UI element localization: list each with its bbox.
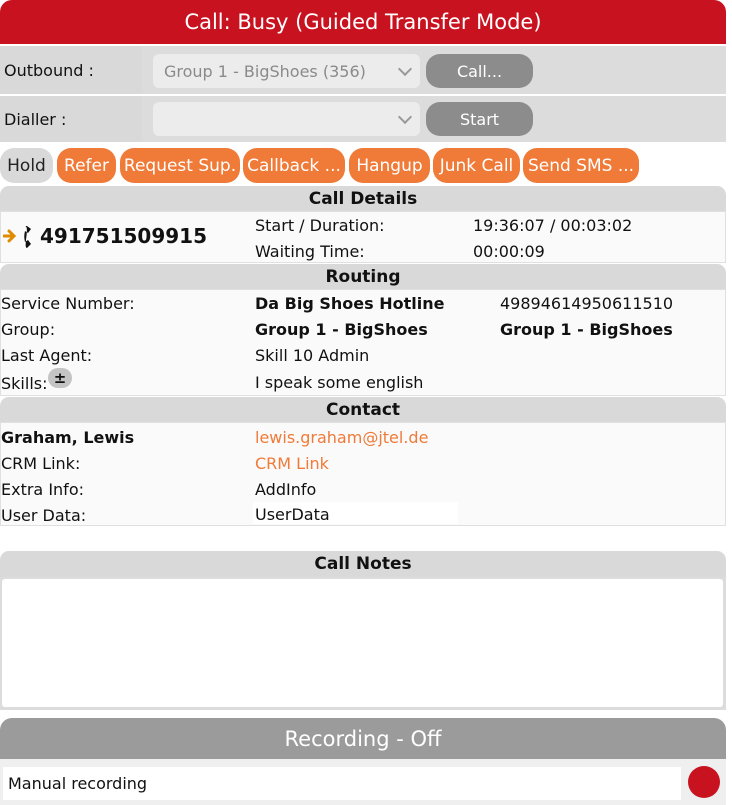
- skills-toggle-icon[interactable]: ±: [48, 368, 72, 388]
- junk-call-button[interactable]: Junk Call: [433, 148, 520, 183]
- dialler-label-text: Dialler :: [4, 109, 67, 129]
- call-status-title: Call: Busy (Guided Transfer Mode): [184, 10, 542, 34]
- hangup-button-label: Hangup: [356, 155, 423, 176]
- outbound-label: Outbound :: [0, 46, 142, 94]
- send-sms-button[interactable]: Send SMS ...: [523, 148, 639, 183]
- send-sms-button-label: Send SMS ...: [527, 155, 635, 176]
- extra-info-label: Extra Info:: [1, 480, 84, 499]
- call-button-label: Call...: [456, 61, 503, 81]
- call-notes-title: Call Notes: [314, 554, 412, 574]
- group-value: Group 1 - BigShoes: [500, 320, 673, 339]
- manual-recording-field: Manual recording: [3, 767, 681, 800]
- request-sup-button-label: Request Sup.: [123, 155, 237, 176]
- start-duration-value: 19:36:07 / 00:03:02: [473, 216, 633, 235]
- skills-toggle-glyph: ±: [53, 369, 67, 387]
- extra-info-value: AddInfo: [255, 480, 317, 499]
- service-number-label: Service Number:: [1, 294, 135, 313]
- hold-button[interactable]: Hold: [0, 148, 53, 183]
- callback-button-label: Callback ...: [247, 155, 341, 176]
- skills-label: Skills:: [1, 374, 48, 393]
- caller-number: 491751509915: [40, 224, 207, 248]
- user-data-label: User Data:: [1, 506, 87, 525]
- refer-button-label: Refer: [64, 155, 109, 176]
- user-data-value: UserData: [255, 505, 330, 524]
- start-duration-label: Start / Duration:: [255, 216, 385, 235]
- dialler-select[interactable]: [153, 102, 420, 136]
- recording-title: Recording - Off: [284, 726, 442, 751]
- start-button-label: Start: [459, 109, 500, 129]
- user-data-field[interactable]: UserData: [253, 502, 458, 524]
- crm-link-label: CRM Link:: [1, 454, 81, 473]
- call-button[interactable]: Call...: [426, 54, 533, 88]
- inbound-call-icon: [2, 224, 37, 250]
- record-button-icon[interactable]: [688, 766, 720, 798]
- contact-email-link[interactable]: lewis.graham@jtel.de: [255, 428, 428, 447]
- request-sup-button[interactable]: Request Sup.: [120, 148, 240, 183]
- service-number-value: 49894614950611510: [500, 294, 674, 313]
- outbound-select-value: Group 1 - BigShoes (356): [164, 61, 366, 81]
- outbound-select[interactable]: Group 1 - BigShoes (356): [153, 54, 420, 88]
- contact-header: Contact: [0, 397, 726, 422]
- recording-header: Recording - Off: [0, 718, 726, 759]
- dialler-label: Dialler :: [0, 96, 142, 142]
- waiting-time-value: 00:00:09: [473, 242, 545, 261]
- chevron-down-icon: [397, 109, 413, 125]
- hold-button-label: Hold: [7, 155, 46, 176]
- contact-title: Contact: [325, 399, 401, 420]
- chevron-down-icon: [397, 61, 413, 77]
- contact-name: Graham, Lewis: [1, 428, 135, 447]
- junk-call-button-label: Junk Call: [439, 155, 514, 176]
- service-number-name: Da Big Shoes Hotline: [255, 294, 445, 313]
- last-agent-label: Last Agent:: [1, 346, 93, 365]
- call-details-header: Call Details: [0, 186, 726, 211]
- outbound-label-text: Outbound :: [4, 60, 94, 80]
- hangup-button[interactable]: Hangup: [349, 148, 430, 183]
- call-notes-textarea[interactable]: [2, 579, 723, 707]
- group-label: Group:: [1, 320, 56, 339]
- callback-button[interactable]: Callback ...: [243, 148, 345, 183]
- last-agent-value: Skill 10 Admin: [255, 346, 370, 365]
- routing-header: Routing: [0, 264, 726, 289]
- call-notes-header: Call Notes: [0, 551, 726, 577]
- start-button[interactable]: Start: [426, 102, 533, 136]
- waiting-time-label: Waiting Time:: [255, 242, 365, 261]
- crm-link[interactable]: CRM Link: [255, 454, 329, 473]
- call-status-header: Call: Busy (Guided Transfer Mode): [0, 0, 726, 44]
- group-name: Group 1 - BigShoes: [255, 320, 428, 339]
- manual-recording-label: Manual recording: [8, 774, 148, 793]
- routing-title: Routing: [325, 266, 401, 287]
- refer-button[interactable]: Refer: [57, 148, 116, 183]
- skills-value: I speak some english: [255, 373, 424, 392]
- call-details-title: Call Details: [308, 188, 418, 209]
